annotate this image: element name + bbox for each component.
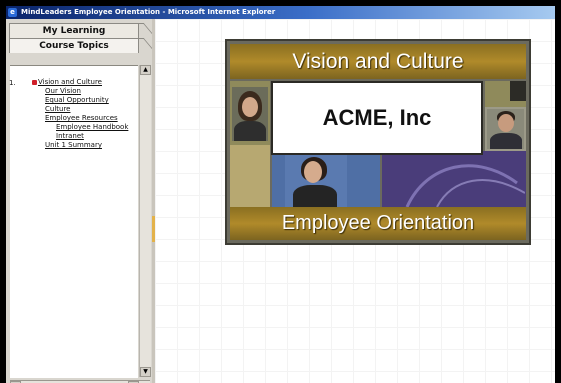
tab-my-learning[interactable]: My Learning xyxy=(9,23,139,38)
employee-photo xyxy=(487,109,524,149)
banner-top-strip: Vision and Culture xyxy=(230,44,526,79)
banner-bottom-title: Employee Orientation xyxy=(281,212,475,234)
browser-window: e MindLeaders Employee Orientation - Mic… xyxy=(6,6,555,383)
topic-tree xyxy=(10,65,138,378)
photo-face xyxy=(242,97,258,117)
tree-item-equal-opportunity[interactable]: Equal Opportunity xyxy=(45,96,109,104)
vertical-scrollbar[interactable]: ▲ ▼ xyxy=(139,65,151,377)
course-content-frame: Vision and Culture ACME, Inc Employee Or… xyxy=(155,19,555,383)
internet-explorer-icon: e xyxy=(8,8,17,17)
course-title-banner: Vision and Culture ACME, Inc Employee Or… xyxy=(225,39,531,245)
banner-top-title: Vision and Culture xyxy=(292,50,464,73)
tree-item-unit-1-summary[interactable]: Unit 1 Summary xyxy=(45,141,102,149)
employee-photo xyxy=(285,155,347,207)
tab-course-topics[interactable]: Course Topics xyxy=(9,38,139,53)
tree-item-vision-and-culture[interactable]: Vision and Culture xyxy=(38,78,102,86)
company-name: ACME, Inc xyxy=(322,105,432,130)
course-navigation-panel: My Learning Course Topics 1. Vision and … xyxy=(6,19,157,383)
company-name-box: ACME, Inc xyxy=(271,81,483,155)
banner-bottom-strip: Employee Orientation xyxy=(230,207,526,240)
scroll-down-button[interactable]: ▼ xyxy=(140,367,151,377)
tree-item-culture[interactable]: Culture xyxy=(45,105,70,113)
tree-item-intranet[interactable]: Intranet xyxy=(56,132,84,140)
employee-photo xyxy=(232,87,268,141)
collage-tile xyxy=(230,145,270,207)
window-title: MindLeaders Employee Orientation - Micro… xyxy=(21,8,276,16)
decorative-swoosh xyxy=(405,164,525,207)
photo-body xyxy=(234,121,266,141)
photo-face xyxy=(304,161,322,183)
collage-tile xyxy=(510,81,526,101)
tree-item-our-vision[interactable]: Our Vision xyxy=(45,87,81,95)
tree-number: 1. xyxy=(9,79,16,87)
title-bar[interactable]: e MindLeaders Employee Orientation - Mic… xyxy=(6,6,555,19)
photo-body xyxy=(293,185,337,207)
current-topic-icon xyxy=(32,80,37,85)
scroll-up-button[interactable]: ▲ xyxy=(140,65,151,75)
tree-item-employee-handbook[interactable]: Employee Handbook xyxy=(56,123,128,131)
photo-body xyxy=(490,133,522,149)
tree-item-employee-resources[interactable]: Employee Resources xyxy=(45,114,118,122)
photo-face xyxy=(498,114,514,132)
